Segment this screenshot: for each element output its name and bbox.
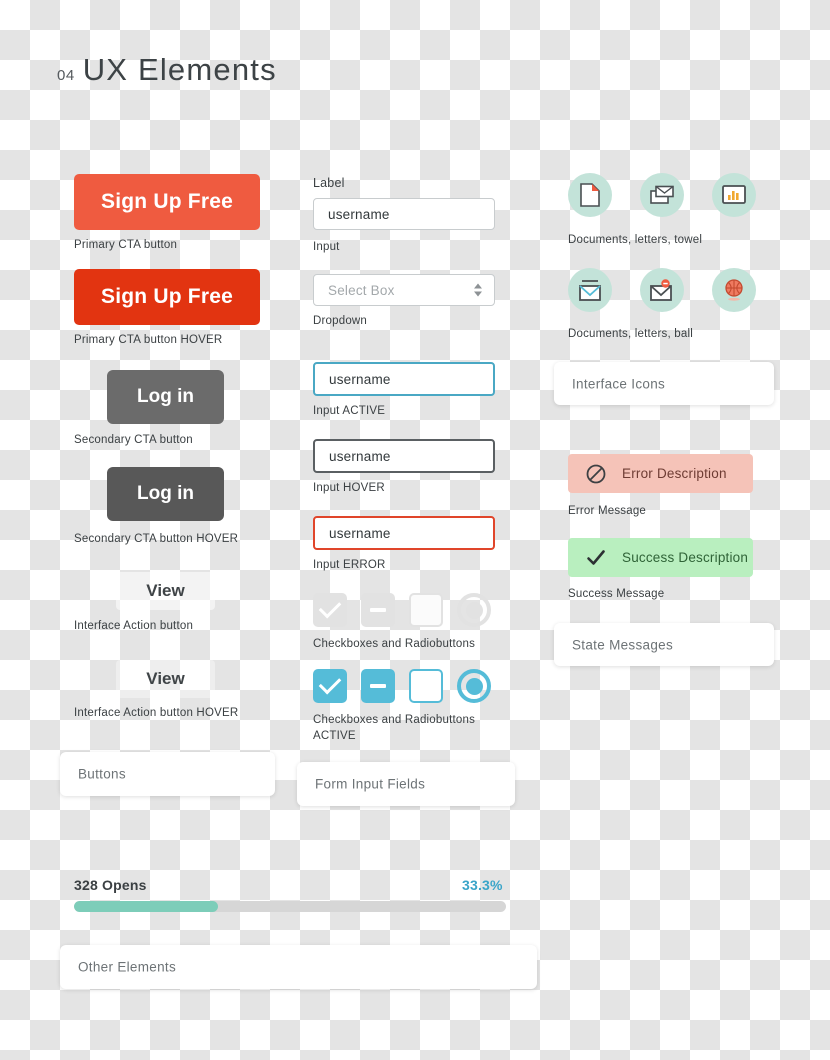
radio-button-active[interactable] <box>457 669 491 703</box>
envelope-alert-icon-svg <box>650 279 672 301</box>
caption-error-message: Error Message <box>568 505 647 517</box>
no-entry-icon-svg <box>586 464 606 483</box>
document-page-icon-svg <box>580 183 600 207</box>
caption-input-hover: Input HOVER <box>313 482 385 494</box>
signup-free-button-hover[interactable]: Sign Up Free <box>74 269 260 325</box>
caption-input-active: Input ACTIVE <box>313 405 386 417</box>
caption-interface-action-hover: Interface Action button HOVER <box>74 707 239 719</box>
page-number: 04 <box>57 67 75 84</box>
other-elements-card-label: Other Elements <box>78 959 176 975</box>
caption-input-error: Input ERROR <box>313 559 386 571</box>
progress-bar-track <box>74 901 506 912</box>
letter-stack-icon-svg <box>650 185 674 204</box>
username-input-hover[interactable]: username <box>313 439 495 473</box>
envelope-open-icon-svg <box>579 279 601 301</box>
login-button[interactable]: Log in <box>107 370 224 424</box>
check-icon <box>586 548 606 568</box>
check-icon-svg <box>587 549 605 565</box>
checkbox-checked-active[interactable] <box>313 669 347 703</box>
interface-icons-card: Interface Icons <box>554 362 774 405</box>
error-message-text: Error Description <box>622 466 727 481</box>
progress-title: 328 Opens <box>74 877 147 893</box>
buttons-card: Buttons <box>60 752 275 796</box>
login-button-hover[interactable]: Log in <box>107 467 224 521</box>
error-message-banner: Error Description <box>568 454 753 493</box>
success-message-banner: Success Description <box>568 538 753 577</box>
controls-row-active <box>313 669 491 703</box>
envelope-open-icon[interactable] <box>568 268 612 312</box>
caption-primary-cta-hover: Primary CTA button HOVER <box>74 334 223 346</box>
interface-icons-card-label: Interface Icons <box>572 376 666 391</box>
progress-percent-label: 33.3% <box>462 877 503 893</box>
checkbox-indeterminate-inactive[interactable] <box>361 593 395 627</box>
username-input-active[interactable]: username <box>313 362 495 396</box>
checkbox-checked-inactive[interactable] <box>313 593 347 627</box>
state-messages-card-label: State Messages <box>572 637 674 652</box>
progress-bar-fill <box>74 901 218 912</box>
view-button-hover[interactable]: View <box>116 660 215 698</box>
username-input-error[interactable]: username <box>313 516 495 550</box>
bar-chart-monitor-icon-svg <box>722 184 746 204</box>
checkbox-empty-inactive[interactable] <box>409 593 443 627</box>
page-title: 04 UX Elements <box>57 52 277 88</box>
caption-input: Input <box>313 241 340 253</box>
caption-secondary-cta: Secondary CTA button <box>74 434 193 446</box>
input-label: Label <box>313 176 345 190</box>
select-box-dropdown[interactable]: Select Box <box>313 274 495 306</box>
caption-success-message: Success Message <box>568 588 665 600</box>
caption-controls-inactive: Checkboxes and Radiobuttons <box>313 638 476 650</box>
caption-icons-row-2: Documents, letters, ball <box>568 328 693 340</box>
envelope-alert-icon[interactable] <box>640 268 684 312</box>
document-page-icon[interactable] <box>568 173 612 217</box>
form-input-fields-card-label: Form Input Fields <box>315 776 426 792</box>
other-elements-card: Other Elements <box>60 945 537 989</box>
basketball-icon[interactable] <box>712 268 756 312</box>
state-messages-card: State Messages <box>554 623 774 666</box>
form-input-fields-card: Form Input Fields <box>297 762 515 806</box>
success-message-text: Success Description <box>622 550 749 565</box>
select-box-value: Select Box <box>328 282 395 298</box>
no-entry-icon <box>586 464 606 484</box>
caption-icons-row-1: Documents, letters, towel <box>568 234 703 246</box>
checkbox-indeterminate-active[interactable] <box>361 669 395 703</box>
caption-interface-action: Interface Action button <box>74 620 194 632</box>
chevron-updown-icon[interactable] <box>474 283 482 297</box>
caption-controls-active: Checkboxes and Radiobuttons ACTIVE <box>313 714 476 742</box>
caption-primary-cta: Primary CTA button <box>74 239 178 251</box>
signup-free-button[interactable]: Sign Up Free <box>74 174 260 230</box>
basketball-icon-svg <box>725 279 743 301</box>
checkbox-empty-active[interactable] <box>409 669 443 703</box>
page-title-text: UX Elements <box>82 52 277 87</box>
bar-chart-monitor-icon[interactable] <box>712 173 756 217</box>
view-button[interactable]: View <box>116 572 215 610</box>
radio-button-inactive[interactable] <box>457 593 491 627</box>
buttons-card-label: Buttons <box>78 766 126 782</box>
username-input[interactable]: username <box>313 198 495 230</box>
controls-row-inactive <box>313 593 491 627</box>
letter-stack-icon[interactable] <box>640 173 684 217</box>
caption-dropdown: Dropdown <box>313 315 368 327</box>
caption-secondary-cta-hover: Secondary CTA button HOVER <box>74 533 239 545</box>
